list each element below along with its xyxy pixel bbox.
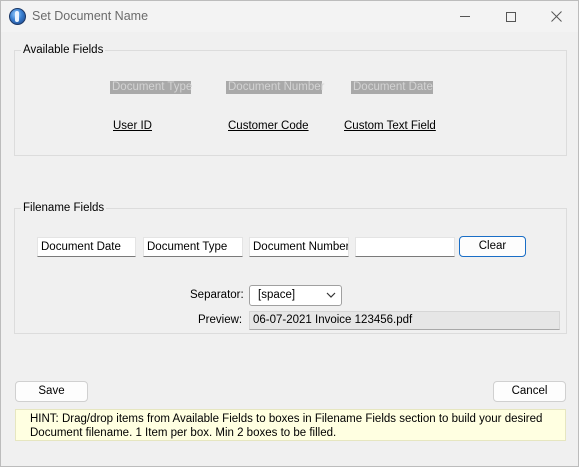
title-bar[interactable]: Set Document Name [1, 1, 578, 32]
available-field-customer-code[interactable]: Customer Code [228, 120, 309, 132]
filename-box-2[interactable]: Document Type [143, 237, 243, 257]
available-field-custom-text[interactable]: Custom Text Field [344, 120, 436, 132]
filename-box-1[interactable]: Document Date [37, 237, 136, 257]
available-field-user-id[interactable]: User ID [113, 120, 152, 132]
chevron-down-icon [326, 292, 336, 298]
available-fields-legend: Available Fields [21, 44, 106, 56]
available-field-document-type: Document Type [110, 81, 193, 94]
filename-box-3[interactable]: Document Number [249, 237, 349, 257]
app-globe-icon [9, 8, 26, 25]
close-button[interactable] [533, 1, 579, 32]
minimize-icon [460, 16, 470, 17]
separator-value: [space] [258, 289, 296, 301]
close-icon [550, 11, 562, 22]
maximize-button[interactable] [488, 1, 534, 32]
maximize-icon [506, 11, 516, 22]
minimize-button[interactable] [442, 1, 488, 32]
available-field-document-number: Document Number [226, 81, 325, 94]
separator-select[interactable]: [space] [249, 285, 342, 306]
hint-text: HINT: Drag/drop items from Available Fie… [15, 409, 566, 441]
save-button[interactable]: Save [15, 381, 88, 402]
cancel-button[interactable]: Cancel [493, 381, 566, 402]
filename-box-4[interactable] [355, 237, 455, 257]
clear-button[interactable]: Clear [459, 236, 526, 257]
filename-fields-legend: Filename Fields [21, 202, 107, 214]
window-title: Set Document Name [32, 9, 149, 23]
available-fields-group [14, 50, 567, 156]
available-field-document-date: Document Date [351, 81, 433, 94]
dialog-window: Set Document Name Available Fields Docum… [0, 0, 579, 467]
preview-field: 06-07-2021 Invoice 123456.pdf [249, 311, 560, 330]
separator-label: Separator: [190, 289, 244, 301]
preview-label: Preview: [198, 314, 243, 326]
